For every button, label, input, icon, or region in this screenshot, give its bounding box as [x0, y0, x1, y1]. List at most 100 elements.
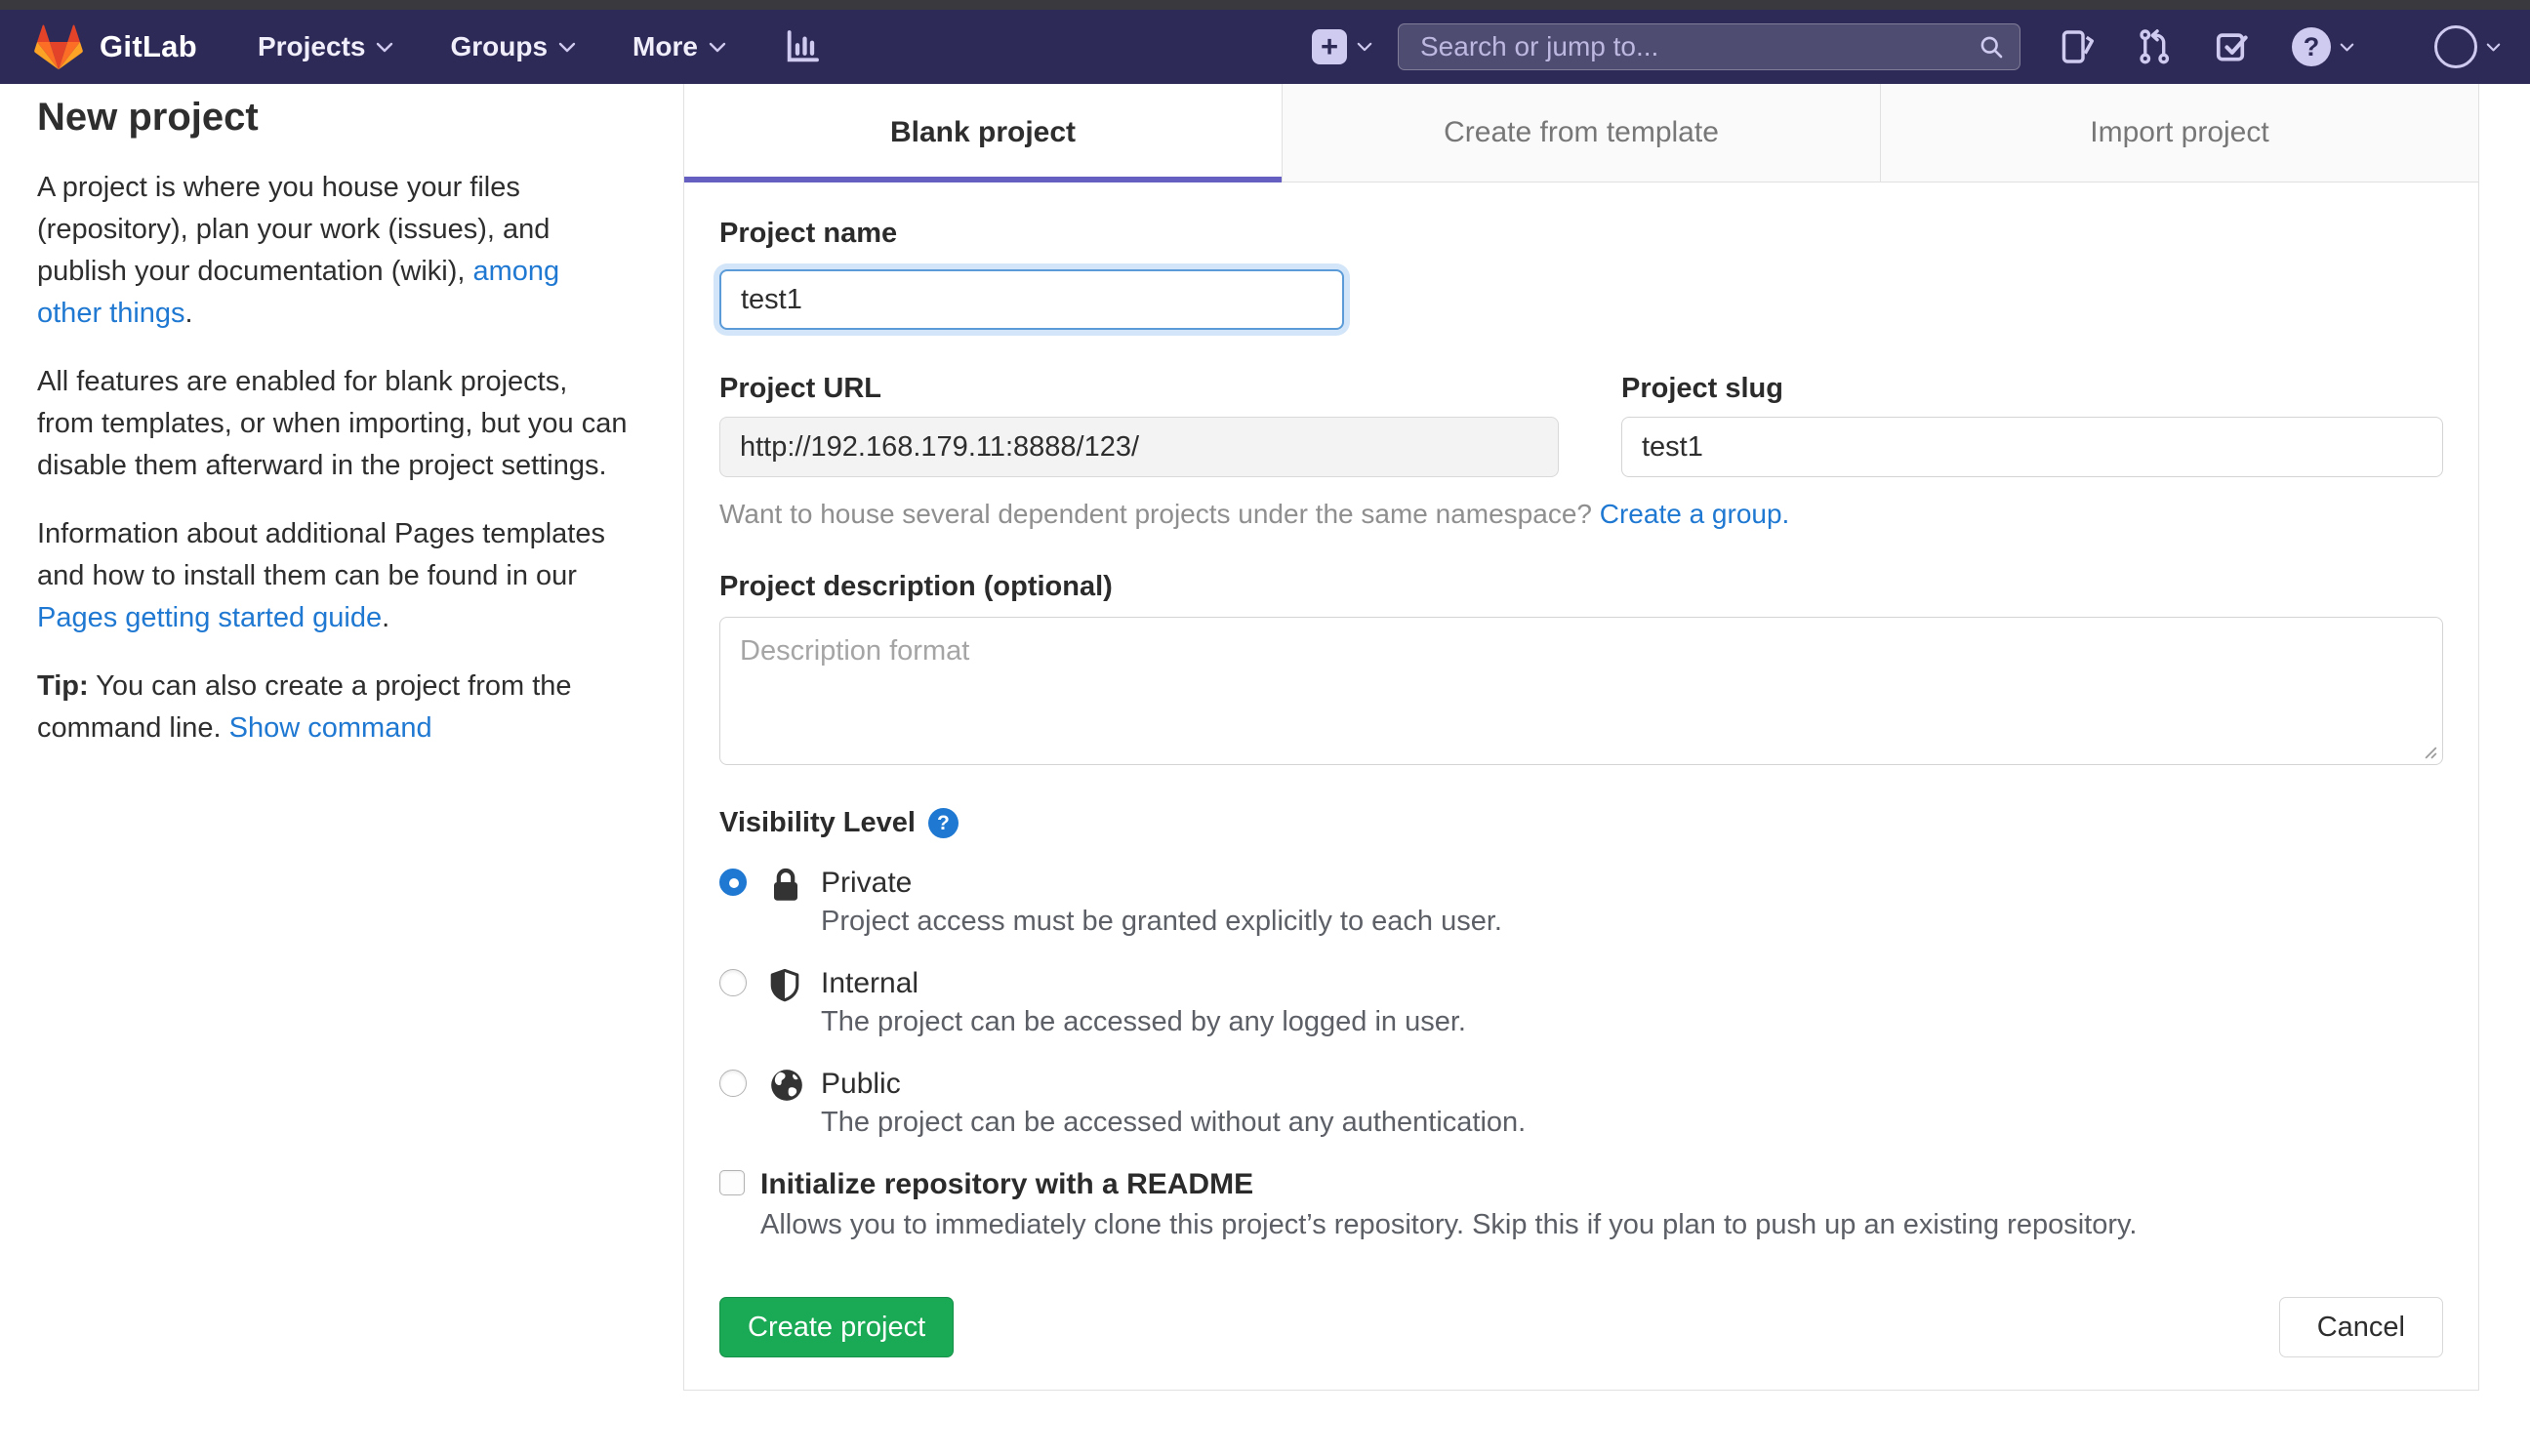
namespace-hint: Want to house several dependent projects… — [719, 499, 2443, 530]
avatar — [2434, 25, 2477, 68]
main-menu: Projects Groups More — [258, 27, 822, 66]
visibility-options: Private Project access must be granted e… — [719, 866, 2443, 1140]
tab-create-from-template[interactable]: Create from template — [1282, 84, 1880, 182]
option-name: Public — [821, 1068, 901, 1100]
sidebar: New project A project is where you house… — [37, 84, 629, 749]
shield-icon — [768, 966, 821, 1039]
gitlab-home-link[interactable]: GitLab — [33, 22, 197, 71]
chevron-down-icon — [2486, 43, 2501, 51]
url-slug-row: Project URL Project slug — [719, 375, 2443, 477]
radio-private[interactable] — [719, 869, 747, 896]
issues-icon[interactable] — [2060, 27, 2095, 66]
globe-icon — [768, 1067, 821, 1140]
brand-name: GitLab — [100, 29, 197, 63]
nav-projects-label: Projects — [257, 31, 366, 61]
screen: GitLab Projects Groups More + Search or … — [0, 0, 2530, 1456]
project-url-field: Project URL — [719, 375, 1559, 477]
new-project-panel: Blank project Create from template Impor… — [683, 84, 2479, 1391]
search-input[interactable] — [1398, 23, 2020, 70]
option-desc: Project access must be granted explicitl… — [821, 906, 1502, 937]
option-desc: The project can be accessed without any … — [821, 1107, 1527, 1138]
help-icon: ? — [2292, 27, 2331, 66]
nav-groups-label: Groups — [450, 31, 549, 61]
intro-text-end: . — [184, 298, 193, 329]
readme-label: Initialize repository with a README — [760, 1168, 1254, 1200]
pages-guide-link[interactable]: Pages getting started guide — [37, 602, 382, 633]
chevron-down-icon — [377, 42, 393, 52]
form-actions: Create project Cancel — [719, 1297, 2443, 1357]
navbar-icon-cluster: ? — [2060, 25, 2501, 68]
option-name: Internal — [821, 967, 919, 999]
radio-public[interactable] — [719, 1070, 747, 1097]
visibility-option-private: Private Project access must be granted e… — [719, 866, 2443, 939]
chevron-down-icon — [1357, 42, 1372, 52]
project-name-label: Project name — [719, 218, 898, 249]
option-name: Private — [821, 867, 913, 899]
gitlab-tanuki-icon — [34, 24, 83, 70]
pages-text: Information about additional Pages templ… — [37, 518, 605, 591]
project-slug-input[interactable] — [1621, 417, 2443, 477]
user-menu[interactable] — [2434, 25, 2501, 68]
readme-text: Initialize repository with a README Allo… — [760, 1167, 2137, 1242]
search-icon — [1980, 36, 2003, 59]
search-box — [1398, 23, 2020, 70]
browser-chrome-strip — [0, 0, 2530, 10]
nav-groups[interactable]: Groups — [450, 31, 576, 62]
show-command-link[interactable]: Show command — [229, 712, 432, 744]
project-url-input[interactable] — [719, 417, 1559, 477]
chevron-down-icon — [709, 42, 726, 52]
new-item-dropdown[interactable]: + — [1312, 29, 1372, 64]
readme-option: Initialize repository with a README Allo… — [719, 1167, 2443, 1242]
merge-requests-icon[interactable] — [2136, 27, 2173, 66]
pages-text-end: . — [382, 602, 390, 633]
option-text: Internal The project can be accessed by … — [821, 966, 2443, 1039]
radio-internal[interactable] — [719, 969, 747, 996]
create-project-button[interactable]: Create project — [719, 1297, 955, 1357]
project-slug-field: Project slug — [1621, 375, 2443, 477]
readme-desc: Allows you to immediately clone this pro… — [760, 1209, 2138, 1240]
namespace-hint-text: Want to house several dependent projects… — [719, 499, 1600, 529]
chevron-down-icon — [558, 42, 576, 52]
visibility-level-label: Visibility Level — [719, 807, 916, 838]
tab-label: Import project — [2090, 116, 2269, 148]
todos-icon[interactable] — [2214, 28, 2251, 65]
new-project-form: Project name Project URL Project slug Wa… — [684, 220, 2478, 1357]
project-name-input[interactable] — [719, 269, 1344, 330]
option-text: Private Project access must be granted e… — [821, 866, 2443, 939]
option-text: Public The project can be accessed witho… — [821, 1067, 2443, 1140]
plus-icon: + — [1312, 29, 1347, 64]
tip-paragraph: Tip: You can also create a project from … — [37, 666, 629, 749]
description-textarea-wrap — [719, 617, 2443, 765]
option-desc: The project can be accessed by any logge… — [821, 1006, 1466, 1037]
tab-blank-project[interactable]: Blank project — [684, 84, 1282, 182]
analytics-chart-icon[interactable] — [783, 27, 822, 66]
project-description-textarea[interactable] — [719, 617, 2443, 765]
project-slug-label: Project slug — [1621, 373, 1783, 404]
visibility-help-icon[interactable]: ? — [927, 808, 959, 838]
pages-paragraph: Information about additional Pages templ… — [37, 513, 629, 639]
help-dropdown[interactable]: ? — [2292, 27, 2354, 66]
project-url-label: Project URL — [719, 373, 881, 404]
lock-icon — [768, 866, 821, 939]
nav-projects[interactable]: Projects — [258, 31, 394, 62]
tab-import-project[interactable]: Import project — [1880, 84, 2478, 182]
tab-label: Create from template — [1444, 116, 1719, 148]
resize-handle-icon[interactable] — [2424, 746, 2438, 760]
cancel-button[interactable]: Cancel — [2278, 1297, 2443, 1357]
tab-label: Blank project — [889, 116, 1077, 148]
features-paragraph: All features are enabled for blank proje… — [37, 366, 628, 481]
visibility-option-internal: Internal The project can be accessed by … — [719, 966, 2443, 1039]
intro-paragraph: A project is where you house your files … — [37, 167, 629, 335]
tip-bold: Tip: — [37, 670, 89, 702]
navbar-right: + ? — [1312, 23, 2501, 70]
top-navbar: GitLab Projects Groups More + Search or … — [0, 10, 2530, 84]
chevron-down-icon — [2340, 43, 2354, 51]
nav-more[interactable]: More — [632, 31, 726, 62]
readme-checkbox[interactable] — [719, 1170, 745, 1195]
nav-more-label: More — [632, 31, 698, 61]
create-group-link[interactable]: Create a group. — [1600, 499, 1790, 529]
page-title: New project — [37, 96, 259, 139]
visibility-header: Visibility Level ? — [719, 808, 2443, 838]
tab-bar: Blank project Create from template Impor… — [684, 84, 2478, 182]
project-description-label: Project description (optional) — [719, 571, 1113, 602]
